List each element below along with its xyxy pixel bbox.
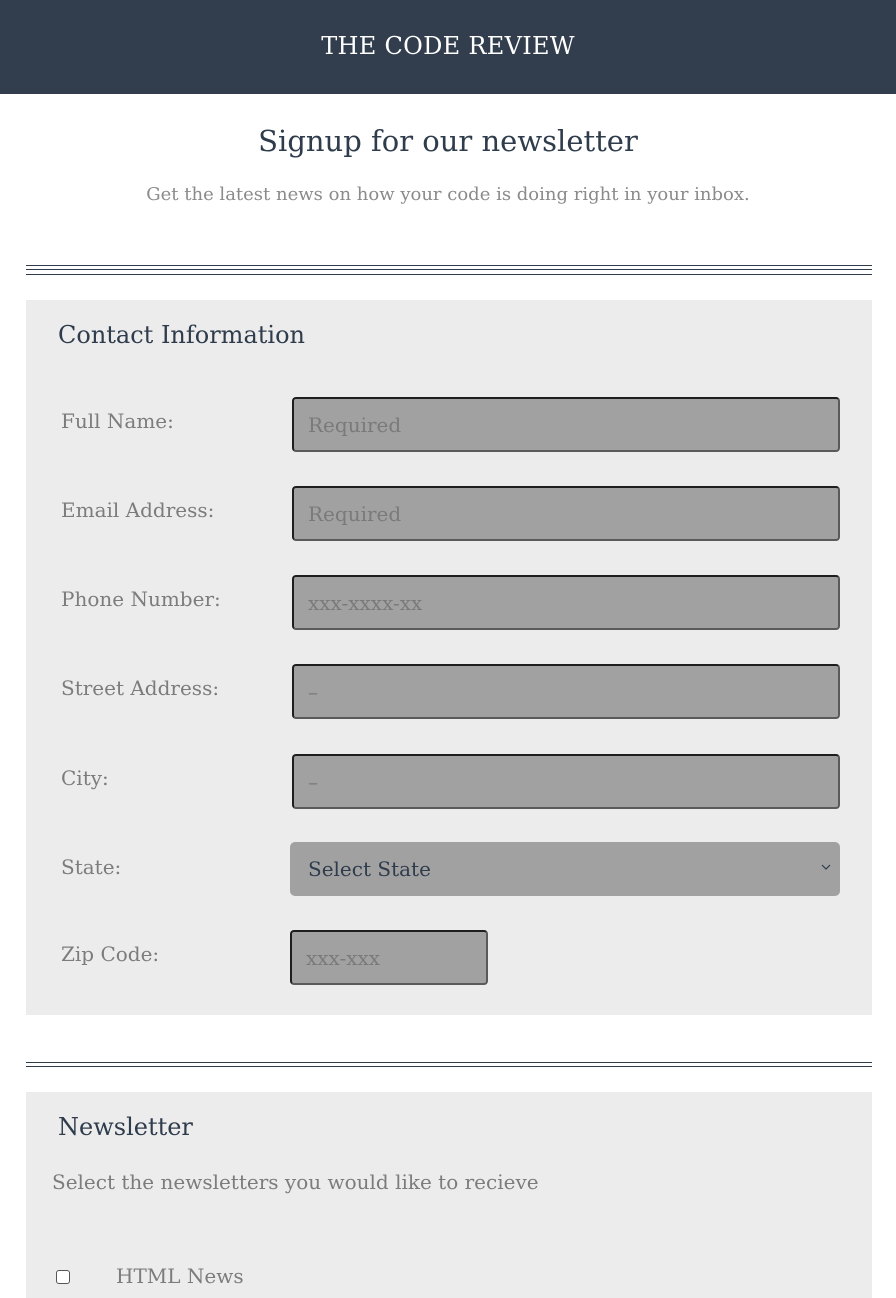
state-select-value: Select State: [308, 857, 431, 881]
section-divider: [26, 265, 872, 275]
zip-code-label: Zip Code:: [61, 942, 160, 966]
page-title: Signup for our newsletter: [258, 124, 638, 158]
html-news-checkbox[interactable]: [56, 1270, 70, 1284]
city-input[interactable]: [292, 754, 840, 809]
phone-number-input[interactable]: [292, 575, 840, 630]
newsletter-instructions: Select the newsletters you would like to…: [52, 1170, 539, 1194]
state-label: State:: [61, 855, 122, 879]
page-subtitle: Get the latest news on how your code is …: [146, 184, 750, 205]
newsletter-section-title: Newsletter: [58, 1113, 193, 1141]
full-name-label: Full Name:: [61, 409, 174, 433]
street-address-label: Street Address:: [61, 676, 220, 700]
city-label: City:: [61, 766, 109, 790]
zip-code-input[interactable]: [290, 930, 488, 985]
contact-information-section: Contact Information Full Name: Email Add…: [26, 300, 872, 1015]
html-news-label[interactable]: HTML News: [116, 1264, 244, 1288]
email-address-label: Email Address:: [61, 498, 215, 522]
full-name-input[interactable]: [292, 397, 840, 452]
contact-section-title: Contact Information: [58, 321, 305, 349]
email-address-input[interactable]: [292, 486, 840, 541]
newsletter-section: Newsletter Select the newsletters you wo…: [26, 1092, 872, 1298]
chevron-down-icon: [821, 864, 831, 870]
site-header: THE CODE REVIEW: [0, 0, 896, 94]
phone-number-label: Phone Number:: [61, 587, 221, 611]
site-brand[interactable]: THE CODE REVIEW: [321, 32, 575, 60]
section-divider: [26, 1062, 872, 1067]
street-address-input[interactable]: [292, 664, 840, 719]
state-select[interactable]: Select State: [290, 842, 840, 896]
